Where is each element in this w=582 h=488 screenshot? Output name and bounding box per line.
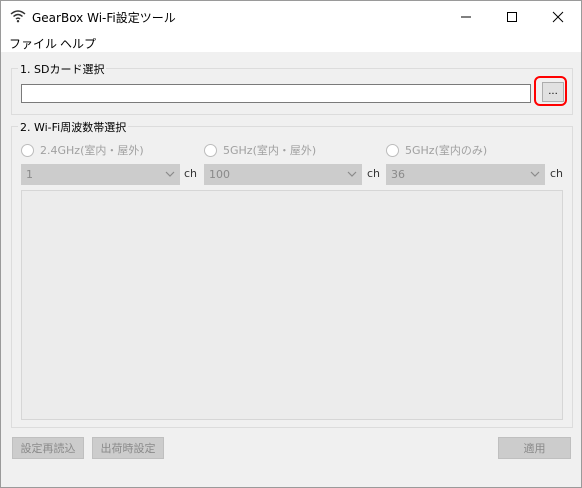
chevron-down-icon: [165, 171, 175, 177]
factory-settings-button[interactable]: 出荷時設定: [92, 437, 164, 459]
wifi-band-group-label: 2. Wi-Fi周波数帯選択: [18, 119, 129, 135]
sd-card-group-label: 1. SDカード選択: [18, 61, 107, 77]
channel-select-5ghz-indoor-outdoor[interactable]: 100: [204, 164, 362, 185]
channel-list-box[interactable]: [21, 190, 563, 420]
maximize-button[interactable]: [489, 1, 535, 32]
radio-label: 2.4GHz(室内・屋外): [40, 144, 144, 157]
reload-settings-button[interactable]: 設定再読込: [12, 437, 84, 459]
menu-help[interactable]: ヘルプ: [60, 35, 96, 52]
radio-5ghz-indoor[interactable]: 5GHz(室内のみ): [386, 142, 487, 158]
window-title: GearBox Wi-Fi設定ツール: [32, 11, 176, 25]
ch-unit-label: ch: [550, 167, 564, 180]
sd-path-input[interactable]: [21, 84, 531, 103]
main-content: 1. SDカード選択 ... 2. Wi-Fi周波数帯選択 2.4GHz(室内・…: [1, 52, 581, 487]
menu-file[interactable]: ファイル: [9, 35, 57, 52]
select-value: 100: [209, 168, 230, 181]
close-icon: [552, 11, 564, 22]
wifi-icon: [10, 10, 26, 23]
menu-bar: ファイル ヘルプ: [1, 32, 581, 52]
select-value: 36: [391, 168, 405, 181]
radio-24ghz[interactable]: 2.4GHz(室内・屋外): [21, 142, 144, 158]
apply-label: 適用: [523, 442, 546, 455]
chevron-down-icon: [530, 171, 540, 177]
channel-select-24ghz[interactable]: 1: [21, 164, 180, 185]
chevron-down-icon: [347, 171, 357, 177]
ch-unit-label: ch: [367, 167, 381, 180]
radio-label: 5GHz(室内のみ): [405, 144, 488, 157]
reload-settings-label: 設定再読込: [20, 442, 76, 455]
close-button[interactable]: [535, 1, 581, 32]
minimize-icon: [461, 16, 471, 17]
apply-button[interactable]: 適用: [498, 437, 571, 459]
factory-settings-label: 出荷時設定: [100, 442, 156, 455]
radio-button-circle: [386, 143, 399, 157]
channel-select-5ghz-indoor[interactable]: 36: [386, 164, 545, 185]
title-bar: GearBox Wi-Fi設定ツール: [1, 1, 581, 32]
radio-label: 5GHz(室内・屋外): [223, 144, 317, 157]
ch-unit-label: ch: [184, 167, 198, 180]
highlight-frame: [534, 76, 567, 106]
app-window: GearBox Wi-Fi設定ツール ファイル ヘルプ 1. SDカード選択 .…: [0, 0, 582, 488]
radio-button-circle: [21, 143, 34, 157]
radio-5ghz-indoor-outdoor[interactable]: 5GHz(室内・屋外): [204, 142, 316, 158]
radio-button-circle: [204, 143, 217, 157]
minimize-button[interactable]: [443, 1, 489, 32]
maximize-icon: [507, 11, 517, 22]
select-value: 1: [26, 168, 33, 181]
